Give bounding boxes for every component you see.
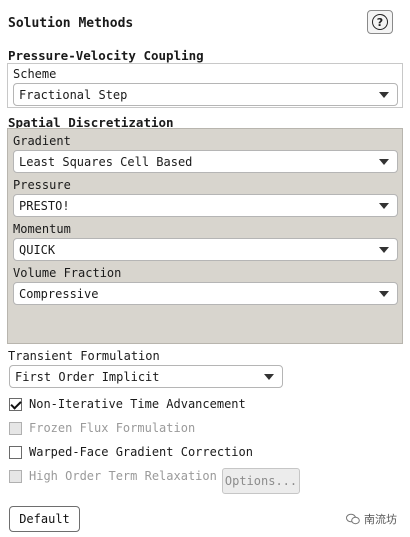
pressure-velocity-group: Scheme Fractional Step [7,63,403,108]
options-button: Options... [222,468,300,494]
watermark: 南流坊 [346,511,397,527]
chevron-down-icon [379,290,389,297]
watermark-text: 南流坊 [364,513,397,526]
warped-face-checkbox[interactable] [9,445,22,459]
volume-fraction-label: Volume Fraction [13,266,122,280]
spatial-group: Gradient Least Squares Cell Based Pressu… [7,128,403,344]
scheme-dropdown[interactable]: Fractional Step [13,83,398,106]
non-iterative-checkbox[interactable] [9,397,22,411]
chevron-down-icon [379,246,389,253]
pressure-dropdown[interactable]: PRESTO! [13,194,398,217]
transient-value: First Order Implicit [15,369,160,384]
gradient-label: Gradient [13,134,71,148]
non-iterative-checkbox-row[interactable]: Non-Iterative Time Advancement [9,395,246,413]
question-icon: ? [372,14,388,30]
transient-label: Transient Formulation [8,349,160,363]
high-order-checkbox [9,469,22,483]
non-iterative-label: Non-Iterative Time Advancement [29,397,246,411]
frozen-flux-checkbox [9,421,22,435]
volume-fraction-dropdown[interactable]: Compressive [13,282,398,305]
warped-face-checkbox-row[interactable]: Warped-Face Gradient Correction [9,443,253,461]
gradient-dropdown[interactable]: Least Squares Cell Based [13,150,398,173]
gradient-value: Least Squares Cell Based [19,154,193,169]
frozen-flux-label: Frozen Flux Formulation [29,421,196,435]
transient-dropdown[interactable]: First Order Implicit [9,365,283,388]
chevron-down-icon [264,373,274,380]
high-order-checkbox-row: High Order Term Relaxation [9,467,217,485]
scheme-label: Scheme [13,67,57,81]
default-button[interactable]: Default [9,506,80,532]
chevron-down-icon [379,158,389,165]
wechat-icon [346,513,360,525]
momentum-value: QUICK [19,242,56,257]
volume-fraction-value: Compressive [19,286,99,301]
warped-face-label: Warped-Face Gradient Correction [29,445,253,459]
pressure-velocity-heading: Pressure-Velocity Coupling [8,48,204,63]
panel-title: Solution Methods [8,16,134,31]
frozen-flux-checkbox-row: Frozen Flux Formulation [9,419,195,437]
scheme-value: Fractional Step [19,87,128,102]
chevron-down-icon [379,91,389,98]
pressure-label: Pressure [13,178,71,192]
momentum-dropdown[interactable]: QUICK [13,238,398,261]
chevron-down-icon [379,202,389,209]
momentum-label: Momentum [13,222,71,236]
help-button[interactable]: ? [367,10,393,34]
pressure-value: PRESTO! [19,198,70,213]
high-order-label: High Order Term Relaxation [29,469,217,483]
